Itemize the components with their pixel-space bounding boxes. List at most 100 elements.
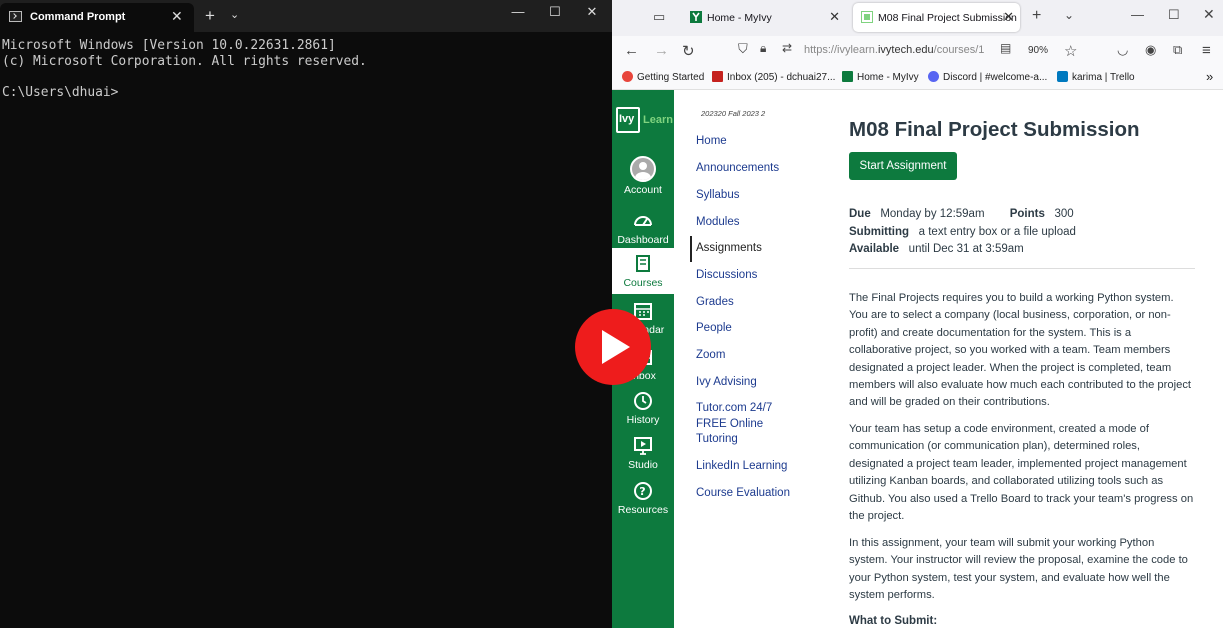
close-tab-icon[interactable]: ✕ (829, 9, 840, 25)
help-icon: ? (634, 482, 652, 500)
bookmarks-bar: Getting Started Inbox (205) - dchuai27..… (612, 66, 1223, 90)
gmail-icon (712, 71, 723, 82)
course-nav-modules[interactable]: Modules (696, 215, 816, 231)
course-nav-assignments[interactable]: Assignments (696, 241, 816, 257)
bookmark-label: karima | Trello (1072, 72, 1135, 83)
close-icon[interactable]: ✕ (582, 4, 602, 20)
bookmark-trello[interactable]: karima | Trello (1057, 71, 1135, 83)
bookmark-star-icon[interactable]: ☆ (1064, 42, 1077, 60)
new-tab-icon[interactable]: + (1032, 7, 1041, 25)
shield-icon[interactable]: ⛉ (738, 41, 748, 57)
tab-title: M08 Final Project Submission (878, 12, 1017, 24)
pocket-icon[interactable]: ◡ (1117, 42, 1128, 58)
course-nav-zoom[interactable]: Zoom (696, 348, 816, 364)
tab-final-project[interactable]: M08 Final Project Submission ✕ (853, 3, 1020, 32)
trello-icon (1057, 71, 1068, 82)
global-nav-resources[interactable]: ? Resources (612, 480, 674, 524)
cmd-titlebar: Command Prompt ✕ + ⌄ — ☐ ✕ (0, 0, 612, 32)
terminal-output[interactable]: Microsoft Windows [Version 10.0.22631.28… (2, 38, 367, 100)
course-nav-course-evaluation[interactable]: Course Evaluation (696, 486, 816, 502)
new-tab-icon[interactable]: + (205, 6, 215, 26)
what-to-submit-heading: What to Submit: (849, 615, 938, 627)
browser-window: ▭ Home - MyIvy ✕ M08 Final Project Submi… (612, 0, 1223, 628)
address-bar[interactable]: ⛉ 🔒︎ ⇄ https://ivylearn.ivytech.edu/cour… (732, 40, 1076, 62)
course-nav-discussions[interactable]: Discussions (696, 268, 816, 284)
tab-home-myivy[interactable]: Home - MyIvy ✕ (682, 3, 846, 32)
course-nav-grades[interactable]: Grades (696, 295, 816, 311)
myivy-icon (842, 71, 853, 82)
logo-box: Ivy (616, 107, 640, 133)
global-nav-history[interactable]: History (612, 390, 674, 434)
global-nav-courses[interactable]: Courses (612, 248, 674, 294)
points-label: Points (1009, 208, 1045, 220)
course-nav-tutoring[interactable]: Tutor.com 24/7 FREE Online Tutoring (696, 401, 796, 448)
play-button[interactable] (575, 309, 651, 385)
course-nav-people[interactable]: People (696, 321, 816, 337)
maximize-icon[interactable]: ☐ (545, 4, 565, 20)
history-icon (634, 392, 652, 410)
url-suffix: /courses/1 (933, 44, 985, 56)
bookmark-label: Getting Started (637, 72, 705, 83)
terminal-prompt: C:\Users\dhuai> (2, 84, 119, 100)
bookmark-discord[interactable]: Discord | #welcome-a... (928, 71, 1047, 83)
avatar (630, 156, 656, 182)
course-nav-ivy-advising[interactable]: Ivy Advising (696, 375, 816, 391)
global-nav-account[interactable]: Account (612, 156, 674, 200)
page-title: M08 Final Project Submission (849, 118, 1140, 141)
course-nav-syllabus[interactable]: Syllabus (696, 188, 816, 204)
maximize-icon[interactable]: ☐ (1168, 7, 1180, 23)
available-label: Available (849, 243, 900, 255)
url-domain: ivytech.edu (877, 44, 934, 56)
bookmark-getting-started[interactable]: Getting Started (622, 71, 704, 83)
global-nav-studio[interactable]: Studio (612, 435, 674, 479)
tab-overview-icon[interactable]: ▭ (653, 9, 665, 25)
global-nav-label: Dashboard (617, 234, 669, 246)
course-nav-linkedin-learning[interactable]: LinkedIn Learning (696, 459, 816, 475)
bookmark-label: Inbox (205) - dchuai27... (727, 72, 836, 83)
bookmark-home-myivy[interactable]: Home - MyIvy (842, 71, 919, 83)
more-bookmarks-icon[interactable]: » (1206, 69, 1213, 84)
course-term: 202320 Fall 2023 2 (701, 109, 766, 118)
due-label: Due (849, 208, 871, 220)
ivylearn-logo[interactable]: Ivy Learn (616, 107, 673, 135)
close-tab-icon[interactable]: ✕ (171, 8, 183, 25)
global-nav-label: Resources (617, 504, 669, 516)
submitting-value: a text entry box or a file upload (918, 226, 1076, 238)
myivy-favicon-icon (690, 11, 702, 23)
chevron-down-icon[interactable]: ⌄ (1064, 8, 1074, 22)
close-tab-icon[interactable]: ✕ (1003, 9, 1014, 25)
browser-tabbar: ▭ Home - MyIvy ✕ M08 Final Project Submi… (612, 0, 1223, 36)
active-indicator (690, 236, 692, 262)
browser-navbar: ← → ↻ ⛉ 🔒︎ ⇄ https://ivylearn.ivytech.ed… (612, 36, 1223, 66)
permissions-icon[interactable]: ⇄ (782, 41, 792, 55)
forward-icon[interactable]: → (654, 42, 669, 59)
minimize-icon[interactable]: — (508, 4, 528, 19)
chevron-down-icon[interactable]: ⌄ (230, 8, 239, 21)
lock-icon[interactable]: 🔒︎ (760, 41, 766, 56)
account-icon[interactable]: ◉ (1145, 42, 1156, 58)
reload-icon[interactable]: ↻ (682, 42, 695, 60)
extensions-icon[interactable]: ⧉ (1173, 42, 1182, 58)
submitting-row: Submitting a text entry box or a file up… (849, 226, 1076, 238)
close-icon[interactable]: ✕ (1203, 6, 1215, 23)
description-paragraph: Your team has setup a code environment, … (849, 423, 1194, 523)
reader-view-icon[interactable]: ▤ (1000, 41, 1011, 55)
available-value: until Dec 31 at 3:59am (908, 243, 1024, 255)
global-nav-label: Account (624, 184, 662, 196)
course-nav-announcements[interactable]: Announcements (696, 161, 816, 177)
back-icon[interactable]: ← (624, 42, 639, 59)
menu-icon[interactable]: ≡ (1202, 42, 1211, 59)
terminal-icon (9, 11, 22, 22)
ivylearn-favicon-icon (861, 11, 873, 23)
url-prefix: https://ivylearn. (804, 44, 878, 56)
command-prompt-window[interactable]: Command Prompt ✕ + ⌄ — ☐ ✕ Microsoft Win… (0, 0, 612, 628)
submitting-label: Submitting (849, 226, 910, 238)
bookmark-gmail-inbox[interactable]: Inbox (205) - dchuai27... (712, 71, 835, 83)
zoom-level[interactable]: 90% (1028, 45, 1048, 56)
assignment-content: M08 Final Project Submission Start Assig… (849, 90, 1209, 628)
cmd-tab[interactable]: Command Prompt ✕ (0, 3, 194, 32)
minimize-icon[interactable]: — (1131, 7, 1144, 22)
tab-title: Home - MyIvy (707, 12, 772, 24)
course-nav-home[interactable]: Home (696, 134, 816, 150)
start-assignment-button[interactable]: Start Assignment (849, 152, 957, 180)
